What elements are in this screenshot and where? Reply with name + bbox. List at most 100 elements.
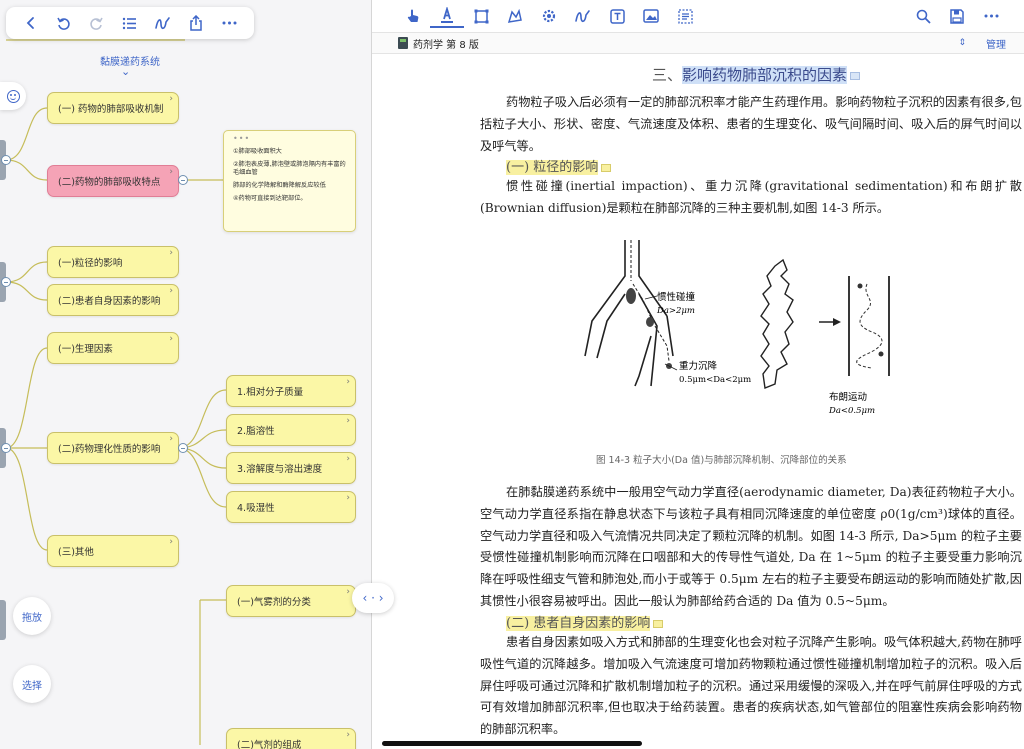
- mindmap-node[interactable]: 2.脂溶性 ›: [226, 414, 356, 446]
- annotation-note-icon[interactable]: [850, 72, 861, 80]
- app-root: (一) 药物的肺部吸收机制 › (二)药物的肺部吸收特点 › (一)粒径的影响 …: [0, 0, 1024, 749]
- image-icon[interactable]: [634, 4, 668, 28]
- redo-icon[interactable]: [86, 12, 108, 34]
- search-icon[interactable]: [906, 9, 940, 24]
- mindmap-pane[interactable]: (一) 药物的肺部吸收机制 › (二)药物的肺部吸收特点 › (一)粒径的影响 …: [0, 0, 371, 749]
- chevron-right-icon: ›: [346, 587, 350, 597]
- body-paragraph: 惯性碰撞(inertial impaction)、重力沉降(gravitatio…: [480, 179, 1022, 215]
- collapse-toggle[interactable]: [1, 155, 11, 165]
- collapse-toggle[interactable]: [1, 443, 11, 453]
- chevron-left-right-icon: ‹ · ›: [362, 591, 384, 605]
- more-icon[interactable]: [218, 12, 240, 34]
- text-select-icon[interactable]: [668, 4, 702, 28]
- mindmap-node[interactable]: (一)气雾剂的分类 ›: [226, 585, 356, 617]
- chevron-right-icon: ›: [346, 416, 350, 426]
- label-inertial-cond: Da>2μm: [656, 306, 695, 316]
- mindmap-node[interactable]: (三)其他 ›: [47, 535, 179, 567]
- mindmap-node[interactable]: 4.吸湿性 ›: [226, 491, 356, 523]
- collapse-toggle[interactable]: [1, 277, 11, 287]
- subsection-title[interactable]: (一) 粒径的影响: [506, 156, 612, 175]
- pdf-page[interactable]: 三、影响药物肺部沉积的因素 药物粒子吸入后必须有一定的肺部沉积率才能产生药理作用…: [372, 56, 1024, 749]
- mindmap-node[interactable]: 1.相对分子质量 ›: [226, 375, 356, 407]
- node-label: (二)药物的肺部吸收特点: [58, 177, 161, 188]
- more-icon[interactable]: •••: [233, 135, 346, 143]
- share-icon[interactable]: [185, 12, 207, 34]
- document-tab-bar: 药剂学 第 8 版 ⇕ 管理: [372, 32, 1024, 54]
- sort-icon[interactable]: ⇕: [958, 38, 966, 48]
- label-gravity: 重力沉降: [679, 360, 718, 372]
- annotation-note-icon[interactable]: [601, 163, 612, 172]
- mindmap-node[interactable]: (二)患者自身因素的影响 ›: [47, 284, 179, 316]
- node-label: (一)粒径的影响: [58, 258, 123, 269]
- chevron-right-icon: ›: [169, 434, 173, 444]
- collapse-toggle[interactable]: [178, 443, 188, 453]
- node-label: (一)生理因素: [58, 344, 113, 355]
- node-label: (三)其他: [58, 547, 94, 558]
- mindmap-node[interactable]: 3.溶解度与溶出速度 ›: [226, 452, 356, 484]
- pdf-pane[interactable]: 药剂学 第 8 版 ⇕ 管理 三、影响药物肺部沉积的因素 药物粒子吸入后必须有一…: [371, 0, 1024, 749]
- branch-handle[interactable]: [0, 600, 6, 640]
- node-note-card[interactable]: ••• ①肺部吸收面积大 ②肺泡表皮薄,肺泡壁或肺泡隔内有丰富的毛细血管 肺部的…: [223, 130, 356, 232]
- mindmap-node-selected[interactable]: (二)药物的肺部吸收特点 ›: [47, 165, 179, 197]
- node-label: 3.溶解度与溶出速度: [237, 464, 323, 475]
- mindmap-node[interactable]: (一)生理因素 ›: [47, 332, 179, 364]
- highlighter-icon[interactable]: [430, 4, 464, 28]
- chevron-right-icon: ›: [169, 334, 173, 344]
- select-button-label: 选择: [22, 680, 42, 692]
- book-icon: [398, 37, 408, 49]
- subsection-title-highlight[interactable]: (一) 粒径的影响: [506, 160, 599, 175]
- note-line: 肺部的化学降解和酶降解反应较低: [233, 182, 326, 189]
- back-chevron-icon[interactable]: [20, 12, 42, 34]
- select-button[interactable]: 选择: [13, 665, 51, 703]
- hand-pointer-icon[interactable]: [396, 4, 430, 28]
- more-icon[interactable]: [974, 14, 1008, 18]
- home-indicator[interactable]: [382, 741, 642, 746]
- figure-14-3: 惯性碰撞 Da>2μm 重力沉降 0.5μm<Da<2μm 布朗运动 Da<0.…: [584, 240, 890, 416]
- inertial-particle: [626, 288, 636, 304]
- chevron-right-icon: ›: [169, 286, 173, 296]
- node-label: (二)药物理化性质的影响: [58, 444, 161, 455]
- chevron-right-icon: ›: [169, 537, 173, 547]
- inertial-particle: [646, 317, 654, 327]
- note-line: ②肺泡表皮薄,肺泡壁或肺泡隔内有丰富的毛细血管: [233, 161, 346, 176]
- mindmap-node[interactable]: (一) 药物的肺部吸收机制 ›: [47, 92, 179, 124]
- label-inertial: 惯性碰撞: [657, 291, 696, 303]
- body-paragraph: 在肺黏膜递药系统中一般用空气动力学直径(aerodynamic diameter…: [480, 485, 1022, 608]
- chevron-right-icon: ›: [169, 167, 173, 177]
- rectangle-select-icon[interactable]: [464, 4, 498, 28]
- mindmap-node[interactable]: (二)气剂的组成 ›: [226, 728, 356, 749]
- section-title[interactable]: 三、影响药物肺部沉积的因素: [652, 64, 861, 85]
- body-paragraph: 患者自身因素如吸入方式和肺部的生理变化也会对粒子沉降产生影响。吸气体积越大,药物…: [480, 635, 1022, 737]
- drag-button[interactable]: 拖放: [13, 597, 51, 635]
- mindmap-node[interactable]: (一)粒径的影响 ›: [47, 246, 179, 278]
- settings-gear-icon[interactable]: [532, 4, 566, 28]
- subsection-title-highlight[interactable]: (二) 患者自身因素的影响: [506, 616, 651, 631]
- undo-icon[interactable]: [53, 12, 75, 34]
- chevron-right-icon: ›: [346, 493, 350, 503]
- manage-button[interactable]: 管理: [986, 36, 1006, 51]
- mindmap-node[interactable]: (二)药物理化性质的影响 ›: [47, 432, 179, 464]
- list-icon[interactable]: [119, 12, 141, 34]
- save-icon[interactable]: [940, 8, 974, 24]
- section-title-highlight[interactable]: 影响药物肺部沉积的因素: [682, 66, 848, 84]
- pen-icon[interactable]: [566, 4, 600, 28]
- drag-button-label: 拖放: [22, 612, 42, 624]
- chevron-down-icon[interactable]: ⌄: [121, 65, 130, 78]
- label-gravity-cond: 0.5μm<Da<2μm: [679, 375, 751, 385]
- mindmap-toolbar: [6, 7, 254, 39]
- label-brownian-cond: Da<0.5μm: [828, 406, 875, 416]
- section-title-prefix: 三、: [652, 66, 683, 84]
- chevron-right-icon: ›: [346, 730, 350, 740]
- collapse-toggle[interactable]: [178, 175, 188, 185]
- subsection-title[interactable]: (二) 患者自身因素的影响: [506, 612, 664, 631]
- document-tab[interactable]: 药剂学 第 8 版: [398, 36, 479, 51]
- chevron-right-icon: ›: [169, 94, 173, 104]
- pen-icon[interactable]: [152, 12, 174, 34]
- pane-resize-toggle[interactable]: ‹ · ›: [352, 583, 394, 613]
- annotation-note-icon[interactable]: [653, 619, 664, 628]
- text-box-icon[interactable]: [600, 4, 634, 28]
- brownian-particle: [878, 351, 884, 357]
- document-tab-title: 药剂学 第 8 版: [413, 39, 479, 51]
- chevron-right-icon: ›: [346, 454, 350, 464]
- lasso-icon[interactable]: [498, 4, 532, 28]
